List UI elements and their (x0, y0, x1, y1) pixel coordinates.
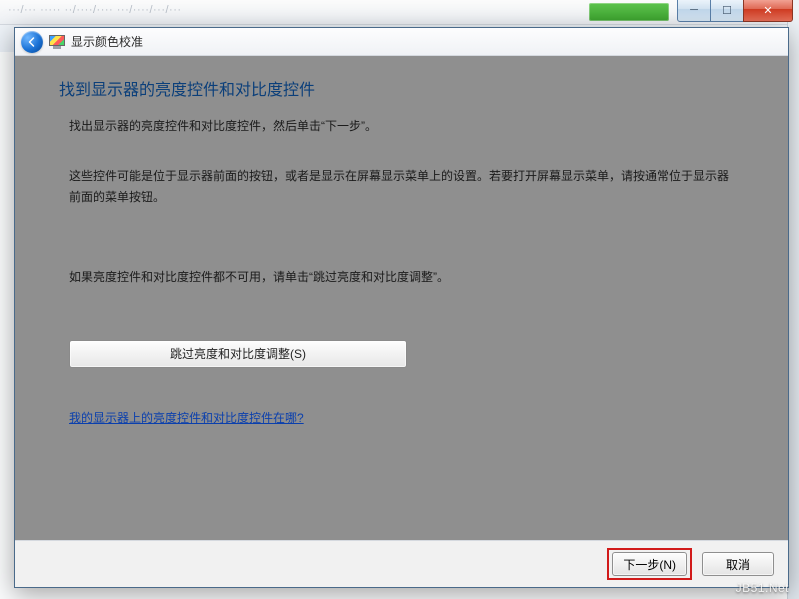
help-link[interactable]: 我的显示器上的亮度控件和对比度控件在哪? (69, 408, 304, 428)
browser-address-text: ···/··· ····· ··/····/···· ···/····/···/… (8, 4, 182, 16)
browser-green-button[interactable] (589, 3, 669, 21)
paragraph-1: 找出显示器的亮度控件和对比度控件，然后单击“下一步”。 (69, 116, 734, 136)
wizard-body: 找到显示器的亮度控件和对比度控件 找出显示器的亮度控件和对比度控件，然后单击“下… (15, 56, 788, 540)
arrow-left-icon (26, 36, 38, 48)
close-button[interactable]: ✕ (743, 0, 793, 22)
next-button[interactable]: 下一步(N) (612, 552, 687, 576)
monitor-icon (49, 35, 65, 49)
wizard-header: 显示颜色校准 (15, 28, 788, 56)
back-button[interactable] (21, 31, 43, 53)
next-button-highlight: 下一步(N) (607, 548, 692, 580)
content-panel: 找出显示器的亮度控件和对比度控件，然后单击“下一步”。 这些控件可能是位于显示器… (39, 112, 764, 540)
wizard-title: 显示颜色校准 (71, 33, 143, 50)
paragraph-2: 这些控件可能是位于显示器前面的按钮，或者是显示在屏幕显示菜单上的设置。若要打开屏… (69, 166, 734, 207)
wizard-footer: 下一步(N) 取消 (15, 540, 788, 587)
skip-brightness-contrast-button[interactable]: 跳过亮度和对比度调整(S) (69, 340, 407, 368)
maximize-button[interactable]: ☐ (710, 0, 744, 22)
window-controls: ─ ☐ ✕ (678, 0, 793, 22)
minimize-button[interactable]: ─ (677, 0, 711, 22)
watermark-text: JB51.Net (736, 581, 789, 595)
cancel-button[interactable]: 取消 (702, 552, 774, 576)
paragraph-3: 如果亮度控件和对比度控件都不可用，请单击“跳过亮度和对比度调整”。 (69, 267, 734, 287)
color-calibration-wizard: 显示颜色校准 找到显示器的亮度控件和对比度控件 找出显示器的亮度控件和对比度控件… (14, 27, 789, 588)
page-heading: 找到显示器的亮度控件和对比度控件 (59, 76, 764, 100)
